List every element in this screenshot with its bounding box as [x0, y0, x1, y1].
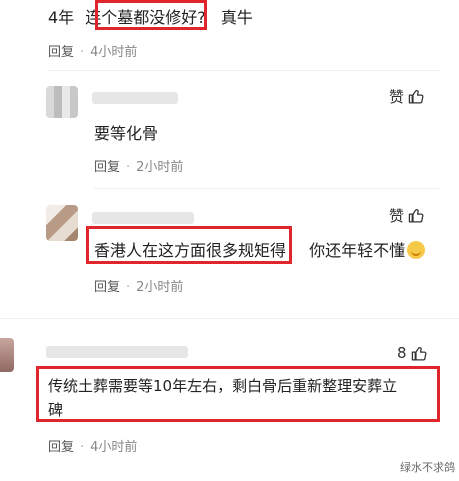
like-count: 8: [397, 344, 407, 362]
username: [92, 92, 178, 104]
watermark: 绿水不求鸽: [400, 461, 455, 474]
thumbs-up-icon: [408, 90, 424, 104]
divider: [0, 318, 459, 319]
timestamp: 4小时前: [90, 45, 138, 60]
username: [92, 212, 194, 224]
highlight-box-1: [95, 0, 207, 30]
comment-3-meta: 回复 · 2小时前: [94, 280, 184, 295]
reply-button[interactable]: 回复: [48, 45, 74, 60]
highlight-box-2: [86, 226, 292, 264]
thumbs-up-icon: [408, 209, 424, 223]
like-button[interactable]: 赞: [389, 205, 425, 226]
timestamp: 2小时前: [136, 280, 184, 295]
like-label: 赞: [389, 88, 405, 106]
comment-2-text: 要等化骨: [94, 124, 159, 143]
comment-2-meta: 回复 · 2小时前: [94, 160, 184, 175]
like-label: 赞: [389, 207, 405, 225]
comment-4-meta: 回复 · 4小时前: [48, 440, 138, 455]
comment-1-meta: 回复 · 4小时前: [48, 45, 138, 60]
thumbs-up-icon: [411, 346, 426, 361]
comment-1-suffix: 真牛: [220, 8, 253, 27]
timestamp: 2小时前: [136, 160, 184, 175]
divider: [94, 188, 439, 189]
highlight-box-3: [36, 366, 440, 422]
like-button[interactable]: 赞: [389, 86, 425, 107]
divider: [48, 70, 439, 71]
reply-button[interactable]: 回复: [48, 440, 74, 455]
reply-button[interactable]: 回复: [94, 280, 120, 295]
avatar: [46, 205, 78, 241]
comment-3-suffix: 你还年轻不懂: [309, 241, 406, 260]
username: [46, 346, 188, 358]
like-button[interactable]: 8: [397, 344, 428, 362]
reply-button[interactable]: 回复: [94, 160, 120, 175]
avatar: [46, 86, 78, 118]
comment-1-prefix: 4年: [48, 8, 75, 27]
smiling-face-emoji-icon: [407, 241, 426, 259]
timestamp: 4小时前: [90, 440, 138, 455]
avatar: [0, 338, 14, 372]
